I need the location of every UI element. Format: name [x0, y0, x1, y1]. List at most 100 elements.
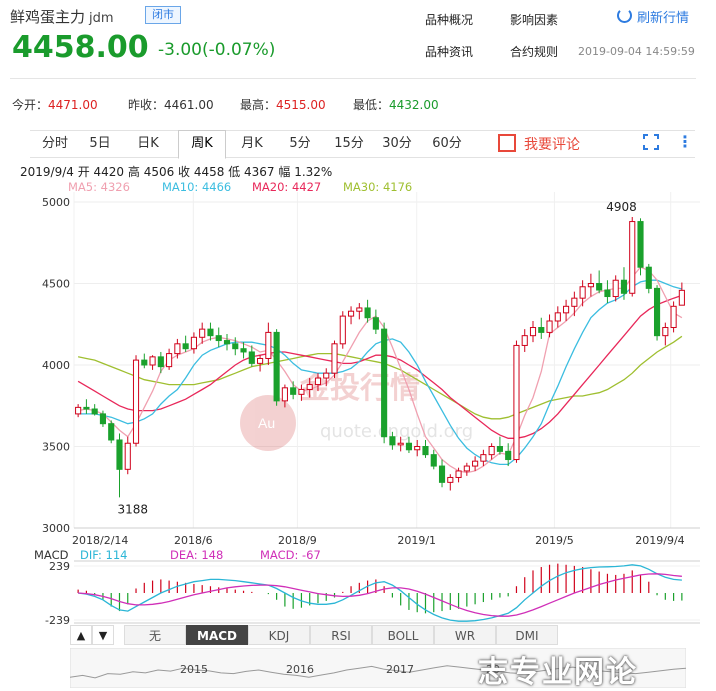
candle-body: [166, 353, 173, 368]
candle-body: [678, 289, 685, 306]
x-tick-label: 2019/5: [535, 534, 574, 545]
candle-body: [91, 408, 98, 415]
indicator-kdj[interactable]: KDJ: [248, 625, 310, 645]
candle-body: [174, 343, 181, 355]
candle-body: [604, 289, 611, 298]
candle-body: [629, 221, 636, 294]
candle-body: [347, 310, 355, 317]
x-tick-label: 2018/2/14: [72, 534, 128, 545]
arrow-up-button[interactable]: ▲: [70, 625, 92, 645]
refresh-button[interactable]: 刷新行情: [617, 7, 689, 26]
instrument-code: jdm: [89, 11, 114, 26]
y-tick-label: 4000: [42, 359, 70, 372]
ohlc-readout: 2019/9/4 开 4420 高 4506 收 4458 低 4367 幅 1…: [20, 165, 333, 179]
stat-high: 最高：4515.00: [240, 98, 326, 112]
candle-body: [190, 336, 197, 350]
tab-intraday[interactable]: 分时: [34, 131, 76, 157]
candle-body: [455, 470, 462, 478]
indicator-none[interactable]: 无: [124, 625, 186, 645]
tab-weekly[interactable]: 周K: [178, 130, 226, 159]
candle-body: [298, 388, 305, 395]
candle-body: [116, 439, 123, 470]
comment-button[interactable]: 我要评论: [498, 134, 580, 154]
candle-body: [83, 406, 90, 410]
x-tick-label: 2019/1: [397, 534, 436, 545]
candle-body: [620, 279, 628, 294]
high-annotation: 4908: [606, 200, 637, 214]
stat-prev-close: 昨收：4461.00: [128, 98, 214, 112]
price-change: -3.00(-0.07%): [158, 40, 276, 60]
indicator-wr[interactable]: WR: [434, 625, 496, 645]
tab-30min[interactable]: 30分: [376, 131, 418, 157]
link-factors[interactable]: 影响因素: [510, 11, 558, 28]
candle-body: [637, 221, 644, 268]
macd-tick-label: -239: [45, 614, 70, 624]
candle-body: [99, 413, 107, 425]
link-rules[interactable]: 合约规则: [510, 43, 558, 60]
candle-body: [157, 356, 164, 368]
candle-body: [447, 476, 454, 483]
x-tick-label: 2019/9/4: [635, 534, 684, 545]
candle-body: [612, 279, 619, 298]
fullscreen-icon[interactable]: [643, 134, 659, 150]
candle-body: [215, 335, 222, 342]
macd-chart[interactable]: 239 -239: [0, 560, 716, 624]
tab-5min[interactable]: 5分: [280, 131, 320, 157]
candle-body: [587, 283, 594, 288]
status-badge: 闭市: [145, 6, 181, 24]
link-overview[interactable]: 品种概况: [425, 11, 473, 28]
candle-body: [331, 343, 338, 374]
watermark-brand: 金投行情: [299, 371, 420, 406]
candlestick-chart[interactable]: Au 金投行情 quote.cngold.org 500045004000350…: [0, 190, 716, 545]
candle-body: [306, 384, 313, 390]
indicator-dmi[interactable]: DMI: [496, 625, 558, 645]
stat-low: 最低：4432.00: [353, 98, 439, 112]
tab-5day[interactable]: 5日: [80, 131, 120, 157]
candle-body: [397, 442, 404, 446]
overview-year-2016: 2016: [286, 663, 314, 676]
candle-body: [405, 442, 413, 451]
candle-body: [662, 327, 669, 337]
y-tick-label: 5000: [42, 196, 70, 209]
candle-body: [438, 465, 446, 483]
candle-body: [149, 356, 156, 366]
tab-daily[interactable]: 日K: [126, 131, 170, 157]
candle-body: [463, 465, 470, 472]
x-tick-label: 2018/9: [278, 534, 317, 545]
indicator-boll[interactable]: BOLL: [372, 625, 434, 645]
candle-body: [273, 331, 280, 402]
candle-body: [223, 340, 231, 345]
candle-body: [554, 312, 561, 322]
tab-15min[interactable]: 15分: [328, 131, 370, 157]
candle-body: [645, 266, 652, 289]
overlay-watermark-text: 志专业网论: [478, 655, 638, 690]
refresh-icon: [617, 8, 632, 23]
candle-body: [521, 335, 528, 346]
stat-open: 今开：4471.00: [12, 98, 98, 112]
candle-body: [653, 287, 661, 337]
last-price: 4458.00: [12, 30, 149, 65]
candle-body: [480, 454, 487, 462]
tab-60min[interactable]: 60分: [426, 131, 468, 157]
comment-label: 我要评论: [524, 137, 580, 153]
candle-body: [364, 307, 371, 319]
arrow-down-button[interactable]: ▼: [92, 625, 114, 645]
x-tick-label: 2018/6: [174, 534, 213, 545]
y-tick-label: 4500: [42, 278, 70, 291]
watermark-logo-text: Au: [258, 415, 275, 431]
link-news[interactable]: 品种资讯: [425, 43, 473, 60]
period-tabs: 分时 5日 日K 周K 月K 5分 15分 30分 60分: [30, 130, 695, 159]
candle-body: [108, 423, 115, 441]
indicator-rsi[interactable]: RSI: [310, 625, 372, 645]
indicator-macd[interactable]: MACD: [186, 625, 248, 645]
candle-body: [257, 357, 264, 364]
candle-body: [571, 297, 578, 307]
y-tick-label: 3000: [42, 522, 70, 535]
candle-body: [290, 387, 297, 395]
candle-body: [513, 344, 520, 461]
candle-body: [579, 286, 586, 299]
more-icon[interactable]: ⋮: [677, 132, 693, 151]
tab-monthly[interactable]: 月K: [230, 131, 274, 157]
overview-year-2017: 2017: [386, 663, 414, 676]
candle-body: [323, 372, 330, 379]
